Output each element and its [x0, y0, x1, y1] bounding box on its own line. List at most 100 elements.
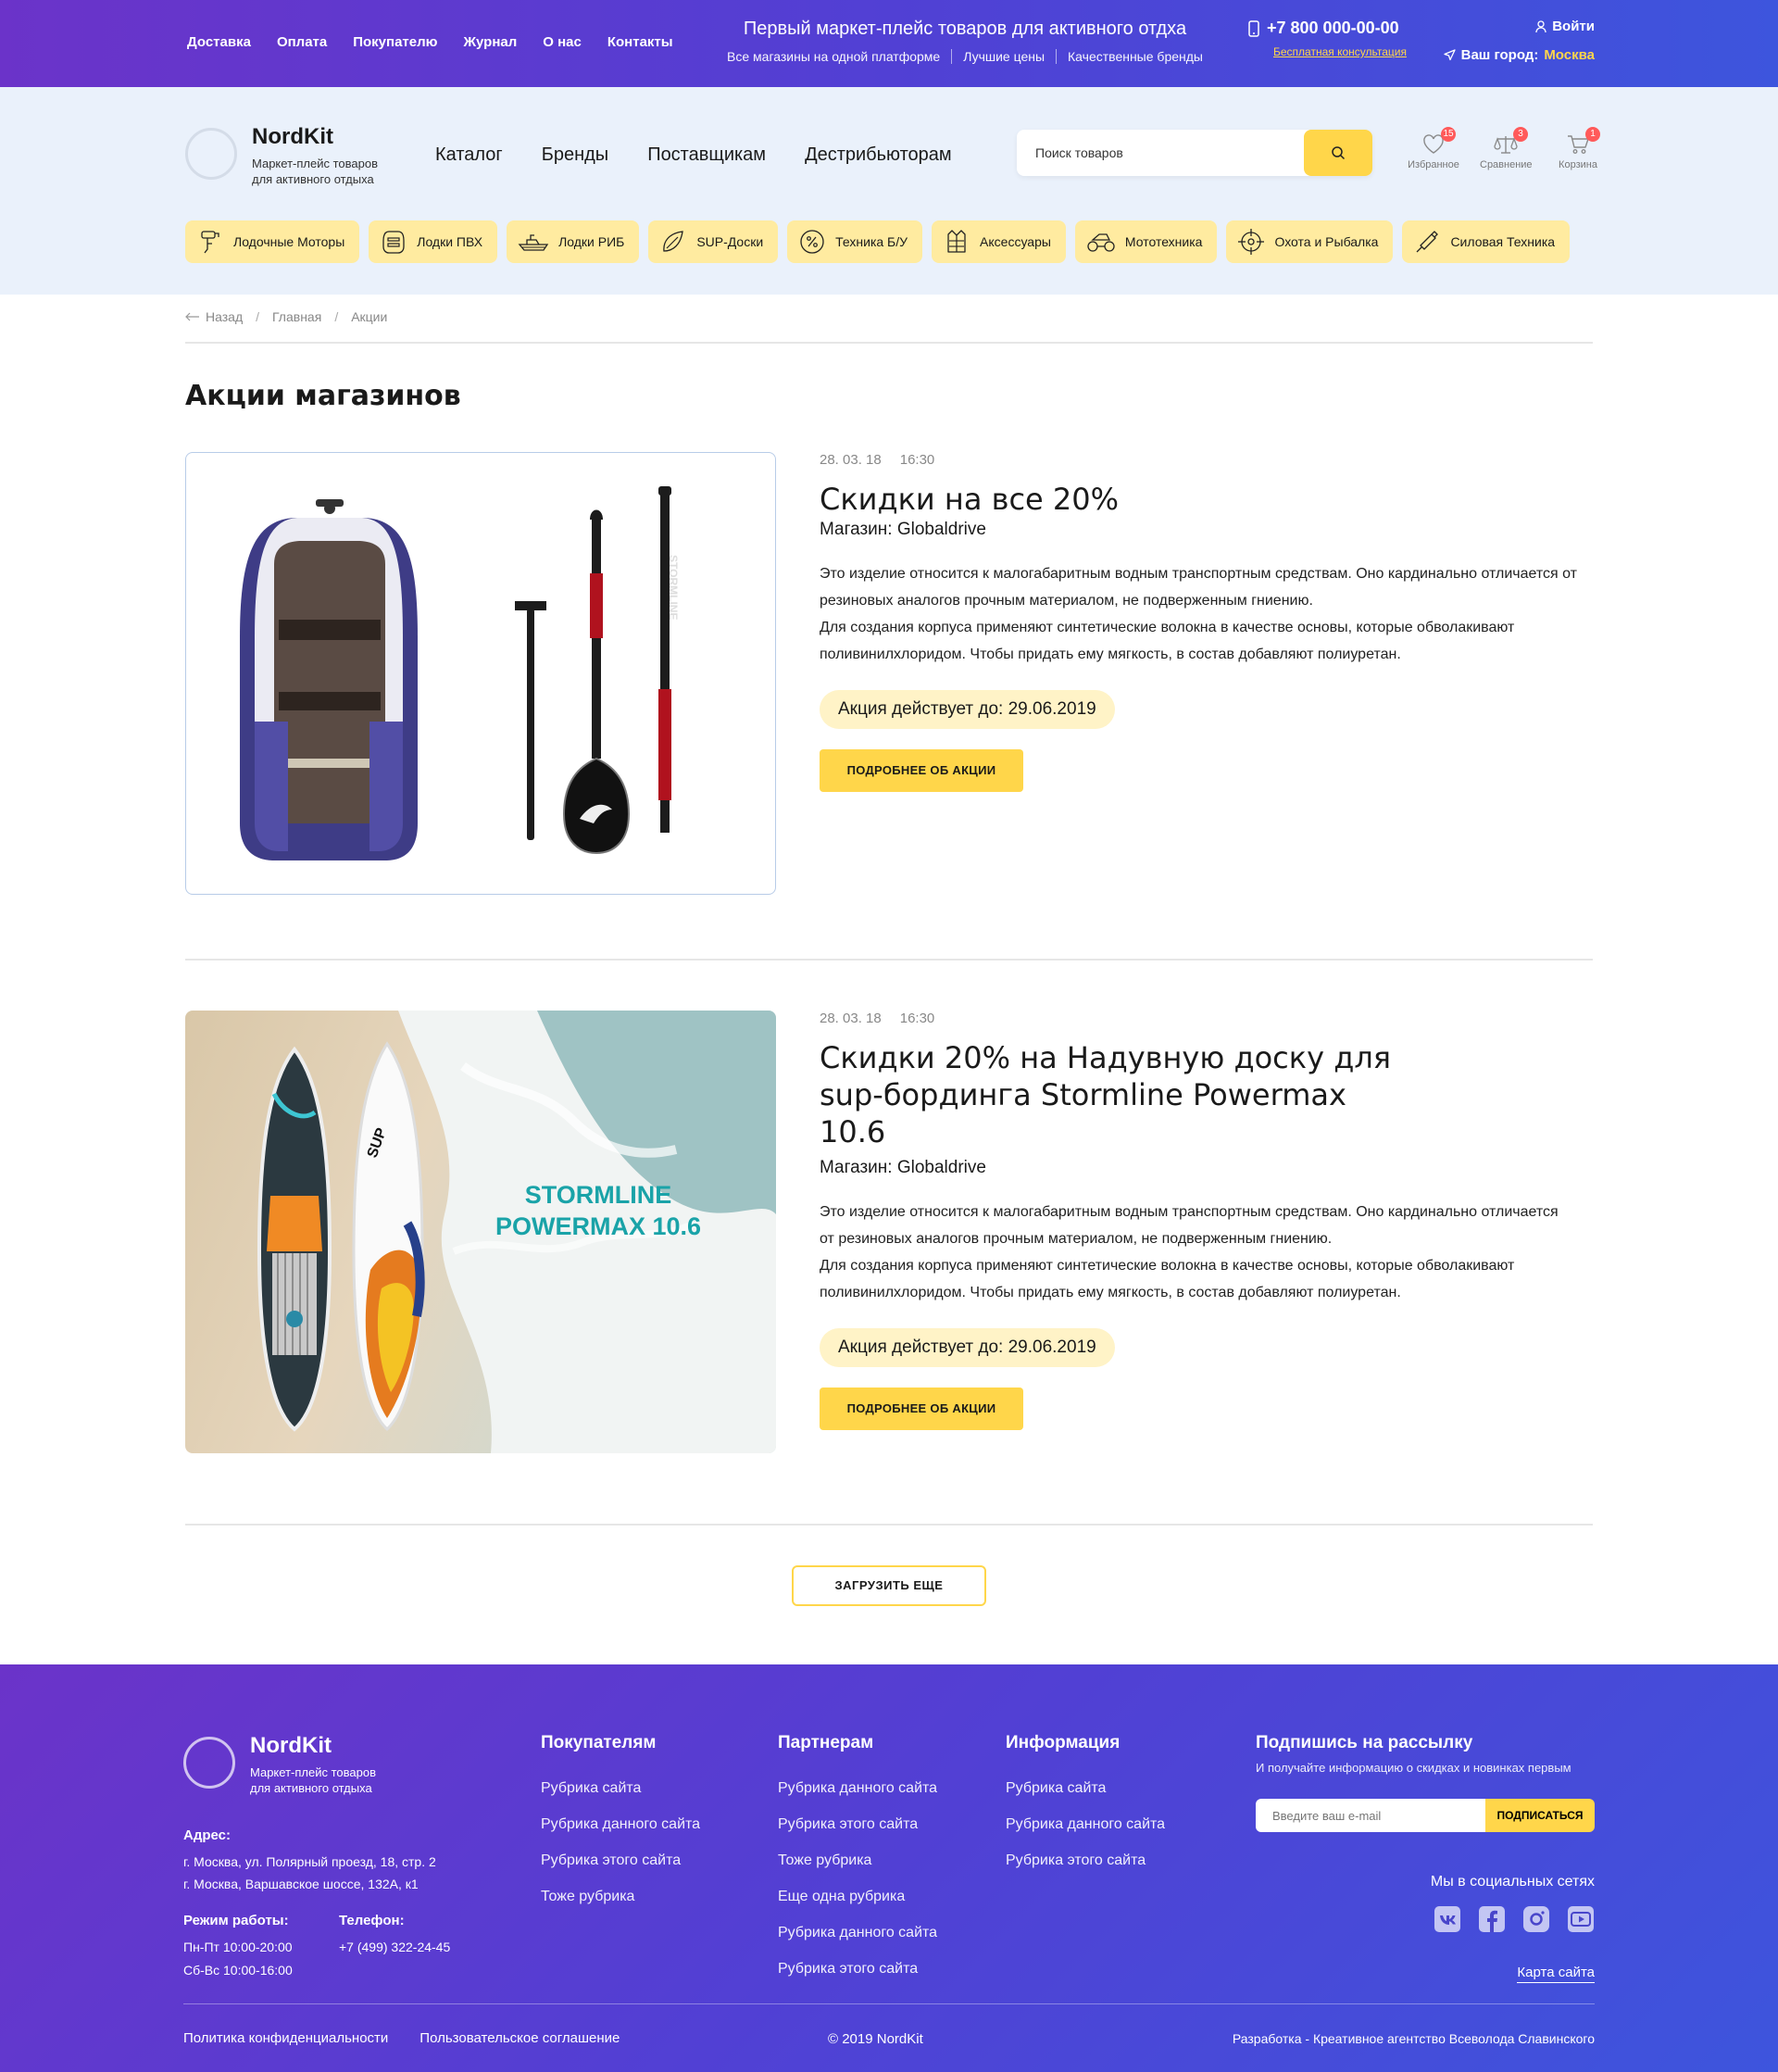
footer-address: Адрес: г. Москва, ул. Полярный проезд, 1…	[183, 1824, 436, 1895]
compare-button[interactable]: 3 Сравнение	[1480, 127, 1533, 170]
promo-shop: Магазин: Globaldrive	[820, 1158, 986, 1177]
footer-logo[interactable]: NordKit Маркет-плейс товаров для активног…	[183, 1733, 376, 1796]
top-nav-contacts[interactable]: Контакты	[607, 34, 673, 50]
promo-details-button[interactable]: ПОДРОБНЕЕ ОБ АКЦИИ	[820, 749, 1023, 792]
footer-legal-links: Политика конфиденциальности Пользователь…	[183, 2030, 620, 2046]
promo-image-sup-boards[interactable]: SUP STORMLINE POWERMAX 10.6	[185, 1011, 776, 1453]
user-agreement-link[interactable]: Пользовательское соглашение	[419, 2030, 620, 2046]
category-motorcycles[interactable]: Мототехника	[1074, 220, 1218, 263]
footer-link[interactable]: Рубрика данного сайта	[778, 1770, 937, 1806]
newsletter-form: ПОДПИСАТЬСЯ	[1256, 1799, 1595, 1832]
promo-image-boat-paddle[interactable]: STORMLINE	[185, 452, 776, 895]
promo-datetime: 28. 03. 18 16:30	[820, 452, 1593, 468]
breadcrumb-back[interactable]: Назад	[185, 309, 243, 324]
newsletter-block: Подпишись на рассылку И получайте информ…	[1256, 1733, 1595, 1832]
promo-description: Это изделие относится к малогабаритным в…	[820, 566, 1577, 662]
footer-link[interactable]: Рубрика этого сайта	[778, 1806, 937, 1842]
top-nav-payment[interactable]: Оплата	[277, 34, 327, 50]
category-pvc-boats[interactable]: Лодки ПВХ	[369, 220, 498, 263]
promo-title[interactable]: Скидки 20% на Надувную доску для sup-бор…	[820, 1039, 1412, 1150]
category-label: Лодки ПВХ	[417, 234, 483, 249]
footer-col-title: Покупателям	[541, 1733, 657, 1752]
top-nav: Доставка Оплата Покупателю Журнал О нас …	[187, 34, 673, 50]
footer-hours: Режим работы: Пн-Пт 10:00-20:00 Сб-Вс 10…	[183, 1909, 293, 1982]
subscribe-button[interactable]: ПОДПИСАТЬСЯ	[1485, 1799, 1595, 1832]
footer-link[interactable]: Рубрика данного сайта	[778, 1915, 937, 1951]
promo-date: 28. 03. 18	[820, 1011, 882, 1026]
footer-link[interactable]: Рубрика этого сайта	[778, 1951, 937, 1987]
email-field[interactable]	[1256, 1799, 1485, 1832]
promo-title[interactable]: Скидки на все 20%	[820, 481, 1593, 518]
nav-suppliers[interactable]: Поставщикам	[647, 144, 766, 166]
footer-phone-number[interactable]: +7 (499) 322-24-45	[339, 1936, 450, 1959]
youtube-icon[interactable]	[1567, 1905, 1595, 1933]
free-consultation-link[interactable]: Бесплатная консультация	[1273, 45, 1407, 58]
cart-button[interactable]: 1 Корзина	[1552, 127, 1604, 170]
vk-icon[interactable]	[1434, 1905, 1461, 1933]
search-icon	[1332, 146, 1346, 160]
footer-divider	[183, 2003, 1595, 2004]
breadcrumb-separator: /	[334, 309, 339, 324]
logo-name: NordKit	[252, 124, 333, 149]
top-nav-journal[interactable]: Журнал	[463, 34, 517, 50]
footer-link[interactable]: Еще одна рубрика	[778, 1878, 937, 1915]
category-accessories[interactable]: Аксессуары	[932, 220, 1066, 263]
compare-count: 3	[1513, 127, 1528, 142]
nav-distributors[interactable]: Дестрибьюторам	[805, 144, 952, 166]
rib-boat-icon	[518, 234, 549, 251]
city-value[interactable]: Москва	[1544, 47, 1595, 63]
svg-text:STORMLINE: STORMLINE	[667, 555, 680, 620]
sitemap-link[interactable]: Карта сайта	[1517, 1965, 1595, 1983]
top-nav-about[interactable]: О нас	[543, 34, 582, 50]
footer-link[interactable]: Рубрика этого сайта	[1006, 1842, 1165, 1878]
footer-link[interactable]: Рубрика данного сайта	[1006, 1806, 1165, 1842]
footer-link[interactable]: Рубрика данного сайта	[541, 1806, 700, 1842]
breadcrumb: Назад / Главная / Акции	[185, 309, 387, 324]
site-logo[interactable]: NordKit Маркет-плейс товаров для активног…	[185, 124, 378, 187]
footer-col-partners: Партнерам Рубрика данного сайта Рубрика …	[778, 1733, 937, 1987]
top-phone-number[interactable]: +7 800 000-00-00	[1267, 19, 1399, 38]
top-nav-delivery[interactable]: Доставка	[187, 34, 251, 50]
category-power-equipment[interactable]: Силовая Техника	[1402, 220, 1571, 263]
load-more-button[interactable]: ЗАГРУЗИТЬ ЕЩЕ	[792, 1565, 986, 1606]
category-sup-boards[interactable]: SUP-Доски	[648, 220, 779, 263]
login-link[interactable]: Войти	[1444, 19, 1595, 34]
facebook-icon[interactable]	[1478, 1905, 1506, 1933]
promo-time: 16:30	[899, 452, 935, 468]
footer-link[interactable]: Тоже рубрика	[541, 1878, 700, 1915]
search-button[interactable]	[1304, 130, 1372, 176]
search-input[interactable]	[1017, 130, 1295, 176]
category-hunting-fishing[interactable]: Охота и Рыбалка	[1226, 220, 1394, 263]
page-title: Акции магазинов	[185, 380, 461, 412]
footer-link[interactable]: Рубрика сайта	[1006, 1770, 1165, 1806]
logo-mark	[183, 1737, 235, 1789]
promo-details-button[interactable]: ПОДРОБНЕЕ ОБ АКЦИИ	[820, 1388, 1023, 1430]
favorites-button[interactable]: 15 Избранное	[1408, 127, 1459, 170]
promo-description: Это изделие относится к малогабаритным в…	[820, 1204, 1559, 1300]
pvc-boat-icon	[382, 231, 405, 254]
category-bar: Лодочные Моторы Лодки ПВХ Лодки РИБ SUP-…	[185, 220, 1571, 263]
privacy-policy-link[interactable]: Политика конфиденциальности	[183, 2030, 388, 2046]
city-selector[interactable]: Ваш город: Москва	[1443, 47, 1595, 63]
breadcrumb-home[interactable]: Главная	[272, 309, 321, 324]
nav-catalog[interactable]: Каталог	[435, 144, 503, 166]
header: NordKit Маркет-плейс товаров для активног…	[0, 87, 1778, 295]
chainsaw-icon	[1416, 231, 1439, 253]
category-label: SUP-Доски	[696, 234, 764, 249]
nav-brands[interactable]: Бренды	[542, 144, 608, 166]
footer-link[interactable]: Рубрика этого сайта	[541, 1842, 700, 1878]
feature-item: Качественные бренды	[1056, 49, 1214, 64]
top-bar: Доставка Оплата Покупателю Журнал О нас …	[0, 0, 1778, 87]
promo-valid-until-badge: Акция действует до: 29.06.2019	[820, 1328, 1115, 1367]
category-used-equipment[interactable]: Техника Б/У	[787, 220, 923, 263]
top-nav-buyer[interactable]: Покупателю	[353, 34, 437, 50]
category-rib-boats[interactable]: Лодки РИБ	[507, 220, 640, 263]
developer-link[interactable]: Всеволода Славинского	[1449, 2031, 1595, 2046]
category-outboard-motors[interactable]: Лодочные Моторы	[185, 220, 360, 263]
category-label: Мототехника	[1124, 234, 1203, 249]
header-actions: 15 Избранное 3 Сравнение 1 Корзина	[1408, 127, 1604, 170]
footer-link[interactable]: Рубрика сайта	[541, 1770, 700, 1806]
instagram-icon[interactable]	[1522, 1905, 1550, 1933]
footer-link[interactable]: Тоже рубрика	[778, 1842, 937, 1878]
footer-col-info: Информация Рубрика сайта Рубрика данного…	[1006, 1733, 1165, 1878]
